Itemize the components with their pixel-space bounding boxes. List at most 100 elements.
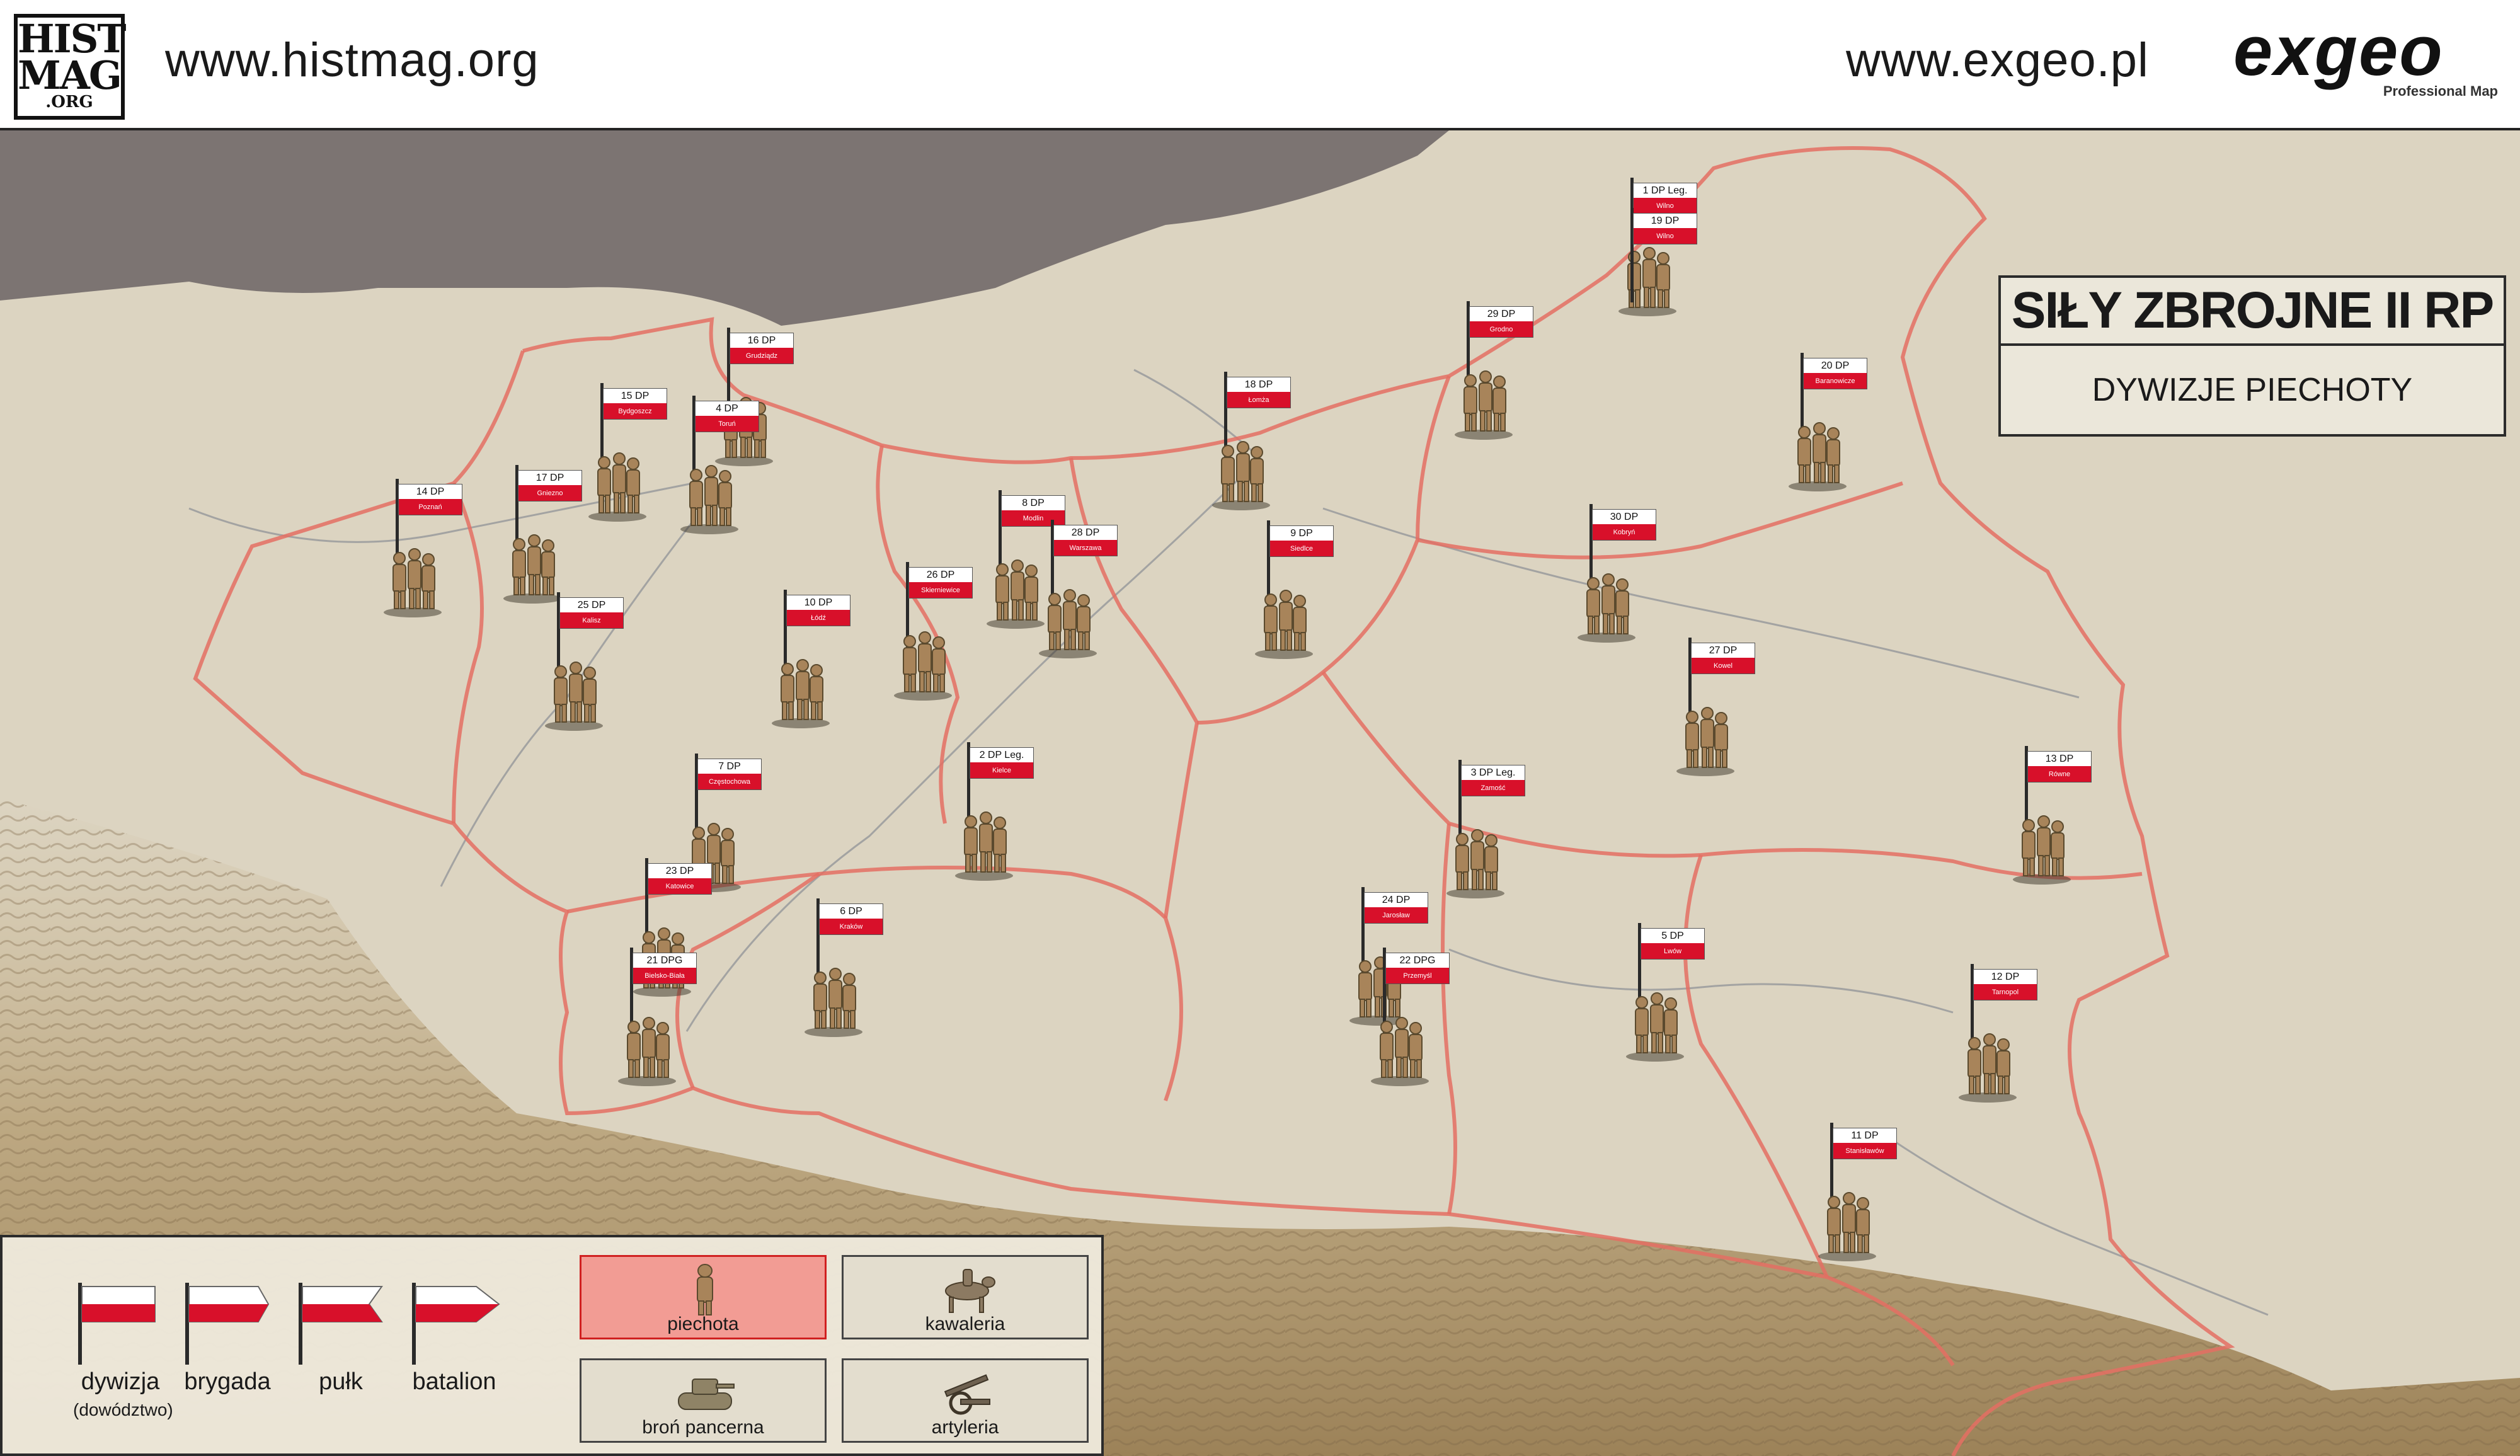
- division-city: Jarosław: [1382, 912, 1410, 919]
- division-flag-icon: 14 DP Poznań: [398, 484, 462, 515]
- division-flag-icon: 7 DP Częstochowa: [697, 759, 762, 790]
- division-flag-icon: 13 DP Równe: [2027, 751, 2092, 782]
- division-city: Przemyśl: [1403, 972, 1432, 980]
- division-flag-icon: 6 DP Kraków: [819, 903, 883, 935]
- infantry-group-icon: [384, 548, 442, 617]
- division-flag-icon: 5 DP Lwów: [1641, 928, 1705, 960]
- division-flag-icon: 26 DP Skierniewice: [908, 567, 973, 599]
- division-city: Tarnopol: [1991, 989, 2019, 996]
- division-marker[interactable]: 21 DPG Bielsko-Biała: [618, 948, 719, 1099]
- division-marker[interactable]: 25 DP Kalisz: [545, 592, 646, 743]
- histmag-url[interactable]: www.histmag.org: [165, 33, 539, 88]
- division-name: 14 DP: [416, 486, 445, 497]
- division-marker[interactable]: 20 DP Baranowicze: [1789, 353, 1890, 504]
- legend-panel: dywizja (dowództwo) brygada pułk batalio…: [0, 1235, 1104, 1456]
- histmag-logo[interactable]: HIST MAG .ORG: [14, 14, 127, 120]
- division-name: 6 DP: [840, 906, 862, 917]
- regiment-flag-icon: [299, 1283, 383, 1365]
- division-marker[interactable]: 30 DP Kobryń: [1578, 504, 1679, 655]
- division-name: 9 DP: [1290, 528, 1313, 539]
- division-name: 18 DP: [1244, 379, 1273, 390]
- division-name: 8 DP: [1022, 498, 1045, 508]
- division-name: 1 DP Leg.: [1642, 185, 1688, 196]
- map-title-box: SIŁY ZBROJNE II RP DYWIZJE PIECHOTY: [1998, 275, 2506, 437]
- division-flag-icon: 15 DP Bydgoszcz: [603, 388, 667, 420]
- division-name: 5 DP: [1661, 931, 1684, 941]
- division-marker[interactable]: 13 DP Równe: [2013, 746, 2114, 897]
- division-marker[interactable]: 10 DP Łódź: [772, 590, 873, 741]
- division-marker[interactable]: 22 DPG Przemyśl: [1371, 948, 1472, 1099]
- legend-flag-label: batalion: [412, 1368, 496, 1395]
- division-city: Zamość: [1480, 784, 1506, 792]
- division-marker[interactable]: 9 DP Siedlce: [1255, 520, 1356, 672]
- division-marker[interactable]: 27 DP Kowel: [1676, 638, 1778, 789]
- artillery-icon: [944, 1374, 990, 1415]
- division-marker[interactable]: 29 DP Grodno: [1455, 301, 1556, 452]
- division-flag-icon: 3 DP Leg. Zamość: [1461, 765, 1525, 796]
- division-city: Baranowicze: [1815, 377, 1855, 385]
- division-flag-icon: 30 DP Kobryń: [1592, 509, 1656, 541]
- division-flag-icon: 17 DP Gniezno: [518, 470, 582, 502]
- division-name: 11 DP: [1851, 1130, 1879, 1141]
- legend-artillery[interactable]: artyleria: [842, 1358, 1089, 1443]
- division-flag-icon: 25 DP Kalisz: [559, 597, 624, 629]
- division-marker[interactable]: 18 DP Łomża: [1212, 372, 1314, 523]
- legend-cavalry-label: kawaleria: [925, 1314, 1005, 1334]
- legend-flag-division: dywizja (dowództwo): [73, 1283, 173, 1419]
- header-bar: HIST MAG .ORG www.histmag.org www.exgeo.…: [0, 0, 2520, 130]
- division-city: Łódź: [811, 614, 826, 622]
- division-marker[interactable]: 11 DP Stanisławów: [1818, 1123, 1920, 1274]
- division-city: Kielce: [992, 767, 1011, 774]
- division-city: Siedlce: [1290, 545, 1314, 553]
- legend-cavalry[interactable]: kawaleria: [842, 1255, 1089, 1339]
- map-subtitle: DYWIZJE PIECHOTY: [2092, 372, 2413, 408]
- division-marker[interactable]: 2 DP Leg. Kielce: [955, 742, 1057, 893]
- division-city: Równe: [2048, 771, 2071, 778]
- division-city: Lwów: [1663, 948, 1682, 955]
- map-title: SIŁY ZBROJNE II RP: [2001, 278, 2504, 346]
- legend-armor-label: broń pancerna: [642, 1417, 764, 1438]
- legend-flag-label: dywizja: [81, 1368, 160, 1395]
- exgeo-url[interactable]: www.exgeo.pl: [1846, 33, 2149, 88]
- division-marker[interactable]: 6 DP Kraków: [805, 898, 906, 1050]
- division-marker[interactable]: 28 DP Warszawa: [1039, 520, 1140, 671]
- division-name: 2 DP Leg.: [979, 750, 1024, 760]
- division-name: 27 DP: [1709, 645, 1738, 656]
- division-name: 21 DPG: [646, 955, 683, 966]
- division-flag-icon: 21 DPG Bielsko-Biała: [633, 953, 697, 984]
- legend-armor[interactable]: broń pancerna: [580, 1358, 827, 1443]
- division-flag-icon: 16 DP Grudziądz: [730, 333, 794, 364]
- division-marker[interactable]: 4 DP Toruń: [680, 396, 782, 547]
- legend-flag-battalion: batalion: [407, 1283, 501, 1409]
- division-city: Stanisławów: [1845, 1147, 1884, 1155]
- division-name: 20 DP: [1821, 360, 1850, 371]
- division-name: 13 DP: [2045, 754, 2074, 764]
- infantry-group-icon: [1578, 573, 1635, 643]
- infantry-group-icon: [1626, 992, 1684, 1062]
- exgeo-logo-word: exgeo: [2233, 11, 2444, 90]
- division-marker[interactable]: 12 DP Tarnopol: [1959, 964, 2060, 1115]
- legend-infantry[interactable]: piechota: [580, 1255, 827, 1339]
- division-city: Kowel: [1714, 662, 1732, 670]
- division-marker[interactable]: 26 DP Skierniewice: [894, 562, 995, 713]
- legend-flag-label: brygada: [184, 1368, 271, 1395]
- division-marker[interactable]: 3 DP Leg. Zamość: [1446, 760, 1548, 911]
- division-city: Poznań: [418, 503, 442, 511]
- division-name: 23 DP: [665, 866, 694, 876]
- division-city: Bielsko-Biała: [644, 972, 685, 980]
- division-marker[interactable]: 14 DP Poznań: [384, 479, 485, 630]
- division-name: 19 DP: [1651, 215, 1680, 226]
- division-name: 17 DP: [536, 473, 564, 483]
- exgeo-logo[interactable]: exgeo Professional Map: [2233, 16, 2498, 111]
- division-city: Bydgoszcz: [618, 408, 652, 415]
- division-name: 16 DP: [747, 335, 776, 346]
- division-marker[interactable]: 19 DP Wilno: [1619, 208, 1720, 359]
- infantry-group-icon: [1212, 441, 1270, 510]
- infantry-group-icon: [894, 631, 952, 701]
- division-marker[interactable]: 5 DP Lwów: [1626, 923, 1727, 1074]
- division-name: 29 DP: [1487, 309, 1516, 319]
- division-name: 28 DP: [1071, 527, 1100, 538]
- infantry-group-icon: [1818, 1192, 1876, 1261]
- map-area[interactable]: SIŁY ZBROJNE II RP DYWIZJE PIECHOTY 1 DP…: [0, 130, 2520, 1456]
- infantry-group-icon: [1039, 589, 1097, 658]
